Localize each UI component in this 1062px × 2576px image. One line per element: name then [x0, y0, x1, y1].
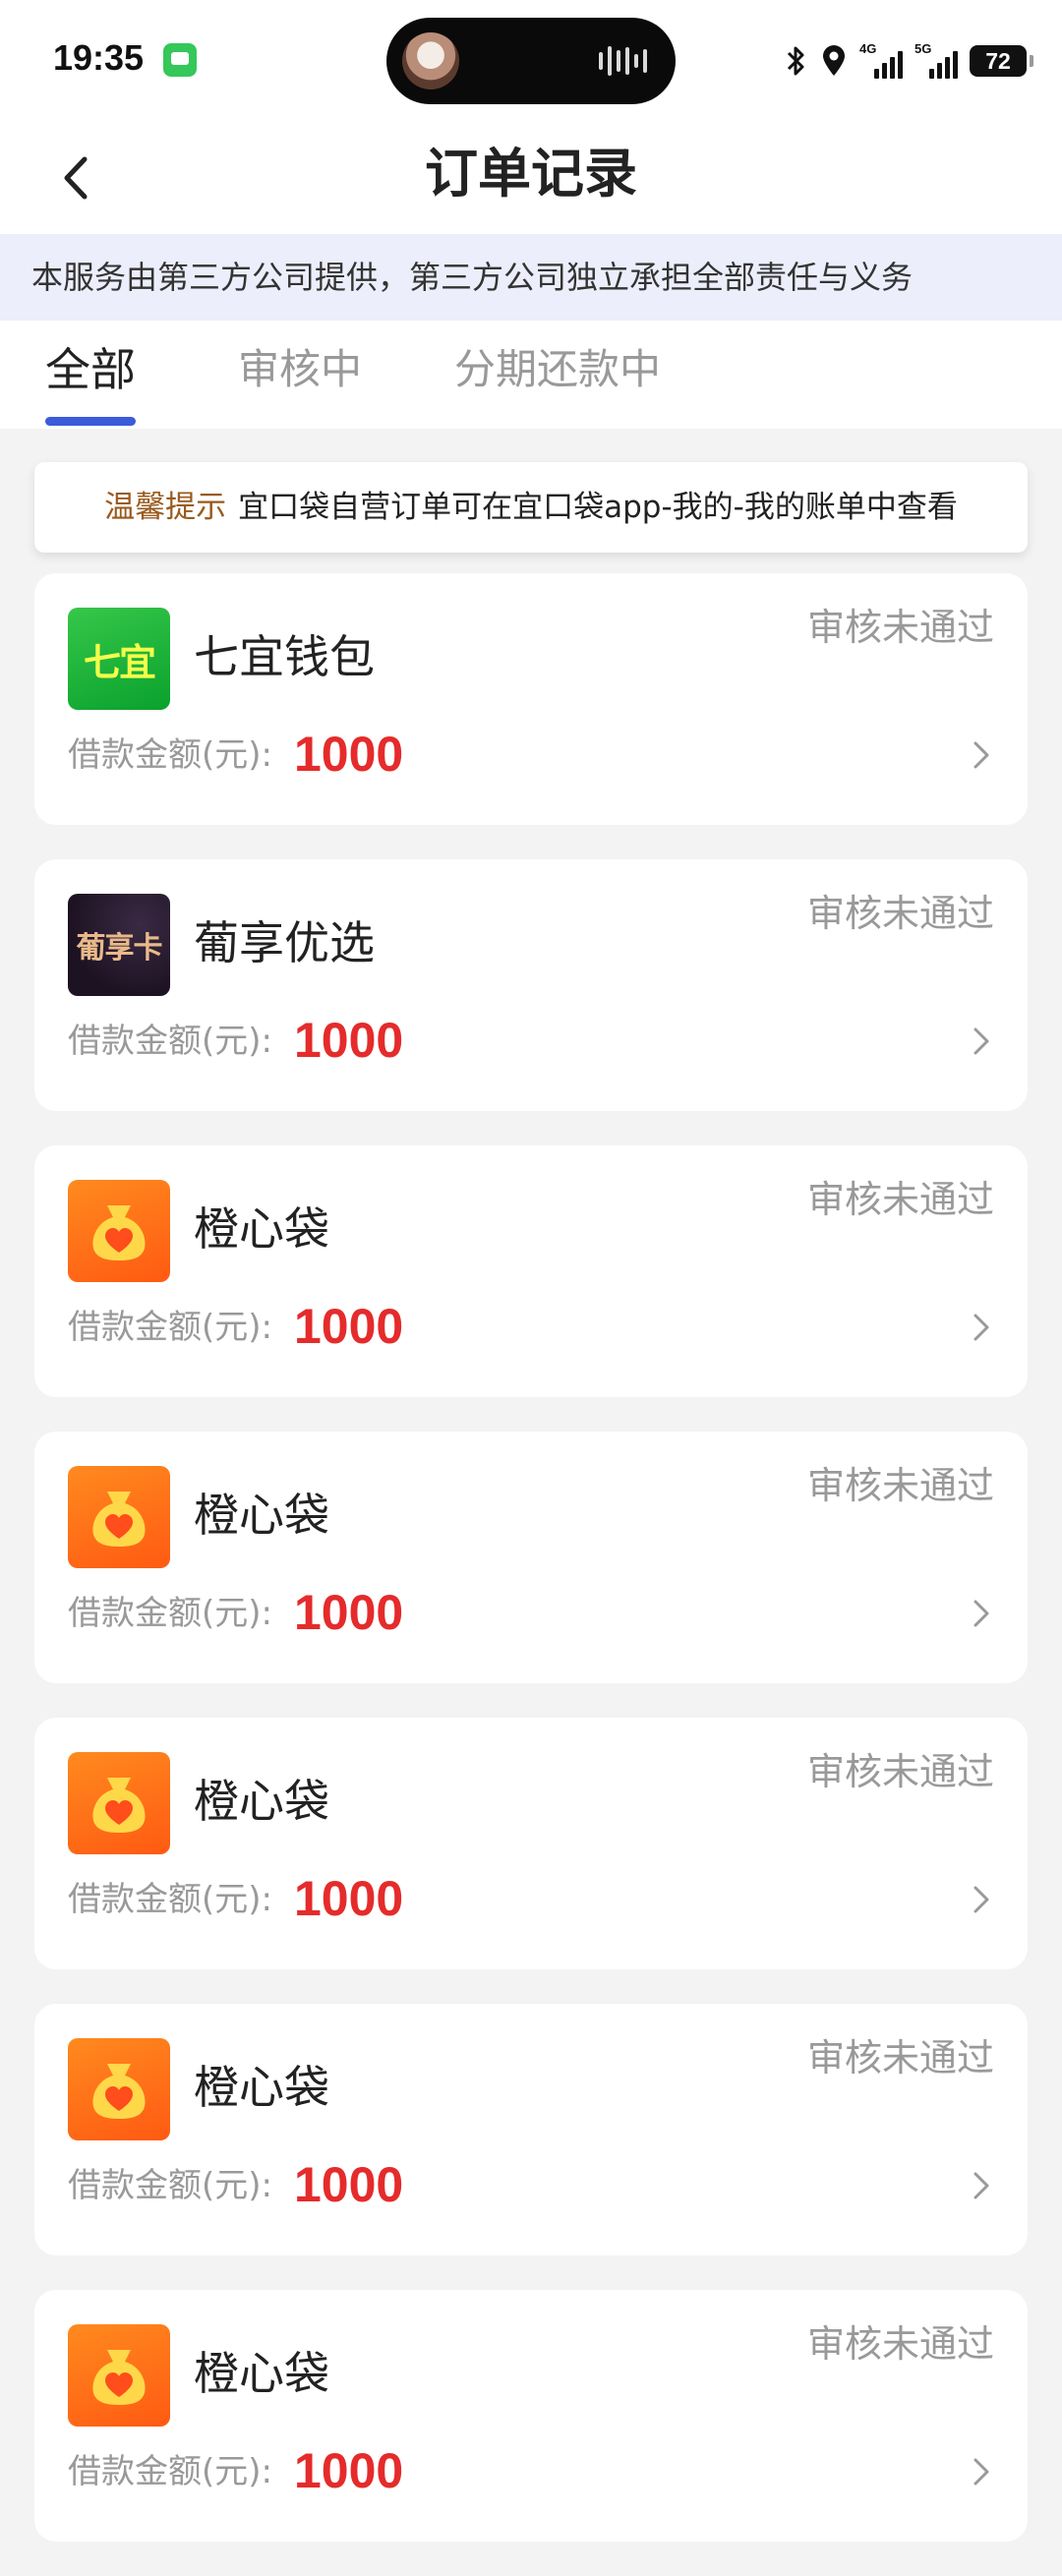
- amount-label: 借款金额(元):: [68, 1594, 272, 1633]
- signal-icon: 4G: [859, 41, 903, 79]
- order-status: 审核未通过: [806, 2036, 994, 2079]
- message-icon: [163, 43, 197, 77]
- chevron-right-icon: [974, 2458, 989, 2486]
- amount-label: 借款金额(元):: [68, 2166, 272, 2205]
- amount-label: 借款金额(元):: [68, 1308, 272, 1347]
- media-avatar-icon: [402, 32, 459, 89]
- order-card[interactable]: 橙心袋 审核未通过 借款金额(元): 1000: [34, 1145, 1028, 1397]
- chevron-right-icon: [974, 1027, 989, 1055]
- order-status: 审核未通过: [806, 1464, 994, 1507]
- order-status: 审核未通过: [806, 1750, 994, 1793]
- tab-under-review[interactable]: 审核中: [238, 340, 362, 399]
- chevron-right-icon: [974, 741, 989, 769]
- amount-label: 借款金额(元):: [68, 1880, 272, 1919]
- app-logo: [68, 1466, 170, 1568]
- app-name: 橙心袋: [194, 1489, 329, 1542]
- amount-label: 借款金额(元):: [68, 735, 272, 775]
- audio-wave-icon: [599, 45, 650, 77]
- status-time: 19:35: [53, 37, 145, 78]
- app-name: 七宜钱包: [194, 630, 375, 683]
- order-status: 审核未通过: [806, 606, 994, 649]
- tip-box: 温馨提示 宜口袋自营订单可在宜口袋app-我的-我的账单中查看: [34, 462, 1028, 553]
- bluetooth-icon: [787, 46, 804, 76]
- app-logo: 七宜: [68, 608, 170, 710]
- app-logo: [68, 2324, 170, 2427]
- app-logo: [68, 1180, 170, 1282]
- status-icons: 4G 5G 72: [785, 39, 1033, 83]
- amount-label: 借款金额(元):: [68, 2452, 272, 2491]
- chevron-right-icon: [974, 1600, 989, 1627]
- order-card[interactable]: 葡享卡 葡享优选 审核未通过 借款金额(元): 1000: [34, 859, 1028, 1111]
- amount-value: 1000: [294, 1585, 404, 1640]
- app-name: 橙心袋: [194, 1775, 329, 1828]
- amount-value: 1000: [294, 2443, 404, 2498]
- money-bag-heart-icon: [92, 2064, 146, 2119]
- dynamic-island[interactable]: [386, 18, 676, 104]
- app-logo-text: 葡享卡: [76, 931, 163, 966]
- order-card[interactable]: 橙心袋 审核未通过 借款金额(元): 1000: [34, 2290, 1028, 2542]
- amount-value: 1000: [294, 727, 404, 782]
- app-name: 葡享优选: [194, 916, 375, 969]
- order-card[interactable]: 橙心袋 审核未通过 借款金额(元): 1000: [34, 1718, 1028, 1969]
- status-bar: 19:35 4G 5G 72: [0, 0, 1062, 122]
- service-notice-banner: 本服务由第三方公司提供，第三方公司独立承担全部责任与义务: [0, 234, 1062, 321]
- order-status: 审核未通过: [806, 892, 994, 935]
- amount-value: 1000: [294, 1013, 404, 1068]
- amount-value: 1000: [294, 2157, 404, 2212]
- signal-icon-2: 5G: [914, 41, 958, 79]
- money-bag-heart-icon: [92, 1492, 146, 1547]
- chevron-right-icon: [974, 2172, 989, 2199]
- order-status: 审核未通过: [806, 1178, 994, 1221]
- amount-value: 1000: [294, 1871, 404, 1926]
- app-name: 橙心袋: [194, 2061, 329, 2114]
- order-list: 七宜 七宜钱包 审核未通过 借款金额(元): 1000 葡享卡 葡享优选 审核未…: [34, 573, 1028, 2576]
- order-status: 审核未通过: [806, 2322, 994, 2366]
- tip-label: 温馨提示: [104, 490, 227, 525]
- app-logo: [68, 1752, 170, 1854]
- money-bag-heart-icon: [92, 1205, 146, 1260]
- order-card[interactable]: 七宜 七宜钱包 审核未通过 借款金额(元): 1000: [34, 573, 1028, 825]
- tab-all[interactable]: 全部: [45, 340, 136, 399]
- app-logo: 葡享卡: [68, 894, 170, 996]
- money-bag-heart-icon: [92, 1778, 146, 1833]
- location-icon: [823, 45, 845, 76]
- app-name: 橙心袋: [194, 1202, 329, 1256]
- order-card[interactable]: 橙心袋 审核未通过 借款金额(元): 1000: [34, 1432, 1028, 1683]
- chevron-right-icon: [974, 1314, 989, 1341]
- chevron-right-icon: [974, 1886, 989, 1913]
- app-logo-text: 七宜: [83, 640, 156, 684]
- nav-header: 订单记录: [0, 122, 1062, 234]
- money-bag-heart-icon: [92, 2350, 146, 2405]
- tab-installment-repaying[interactable]: 分期还款中: [454, 340, 661, 399]
- amount-label: 借款金额(元):: [68, 1022, 272, 1061]
- amount-value: 1000: [294, 1299, 404, 1354]
- app-name: 橙心袋: [194, 2347, 329, 2400]
- order-tabs: 全部 审核中 分期还款中: [0, 321, 1062, 429]
- tip-text: 宜口袋自营订单可在宜口袋app-我的-我的账单中查看: [238, 490, 958, 525]
- order-card[interactable]: 橙心袋 审核未通过 借款金额(元): 1000: [34, 2004, 1028, 2255]
- active-tab-indicator: [45, 417, 136, 426]
- battery-icon: 72: [970, 45, 1033, 77]
- page-title: 订单记录: [425, 143, 637, 205]
- app-logo: [68, 2038, 170, 2140]
